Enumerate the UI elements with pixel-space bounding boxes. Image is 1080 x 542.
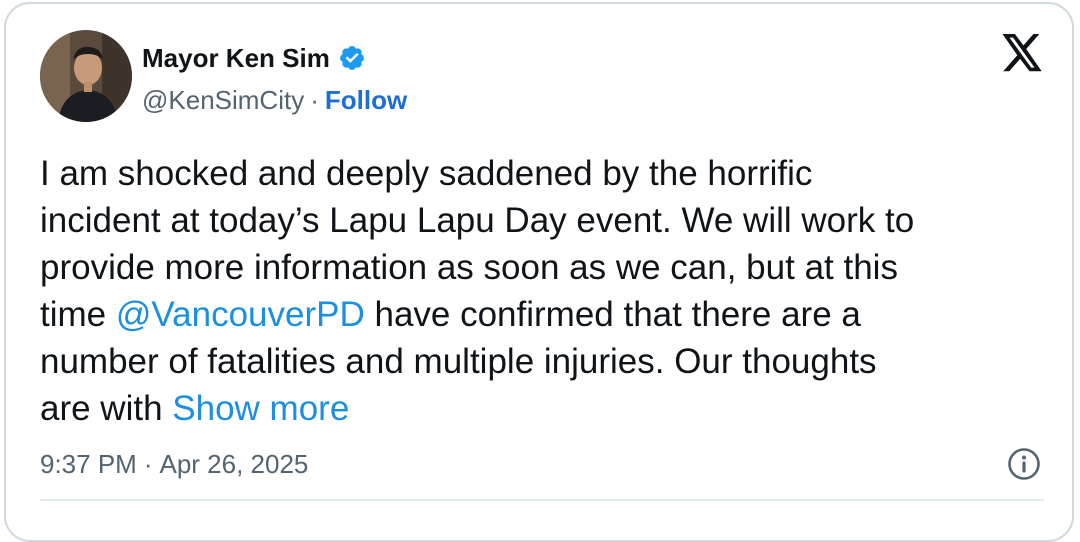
tweet-text: I am shocked and deeply saddened by the … (40, 150, 1040, 432)
tweet-line: incident at today’s Lapu Lapu Day event.… (40, 201, 915, 240)
tweet-time: 9:37 PM (40, 448, 137, 479)
show-more-link[interactable]: Show more (172, 389, 349, 428)
tweet-line: time (40, 295, 116, 334)
author-display-name[interactable]: Mayor Ken Sim (142, 43, 330, 74)
author-handle-row: @KenSimCity · Follow (142, 82, 407, 118)
tweet-date: Apr 26, 2025 (159, 448, 309, 479)
verified-badge-icon (338, 44, 366, 72)
tweet-line: are with (40, 389, 173, 428)
footer-divider (40, 499, 1044, 501)
follow-button[interactable]: Follow (325, 85, 407, 116)
tweet-line: provide more information as soon as we c… (40, 248, 898, 287)
timestamp-separator: · (143, 448, 153, 479)
tweet-line: have confirmed that there are a (364, 295, 861, 334)
info-circle-icon[interactable] (1006, 446, 1042, 482)
x-logo-icon[interactable] (1000, 34, 1044, 74)
handle-separator: · (310, 84, 319, 115)
tweet-line: number of fatalities and multiple injuri… (40, 342, 877, 381)
tweet-timestamp[interactable]: 9:37 PM · Apr 26, 2025 (40, 446, 308, 482)
author-name-row: Mayor Ken Sim (142, 38, 366, 78)
author-avatar[interactable] (40, 30, 132, 122)
tweet-embed-card: Mayor Ken Sim @KenSimCity · Follow I am … (4, 2, 1074, 542)
tweet-line: I am shocked and deeply saddened by the … (40, 154, 813, 193)
mention-link[interactable]: @VancouverPD (116, 295, 365, 334)
author-handle[interactable]: @KenSimCity (142, 85, 304, 116)
